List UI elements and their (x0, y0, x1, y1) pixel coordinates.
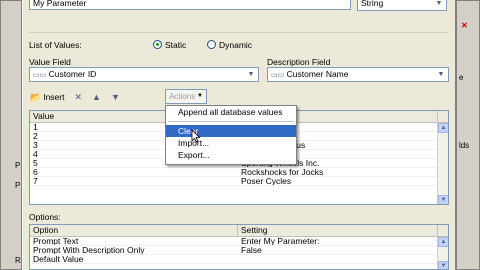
static-radio[interactable] (153, 40, 162, 49)
parameter-name-field[interactable]: My Parameter (29, 0, 351, 10)
value-cell[interactable]: 6 (30, 168, 238, 176)
description-field-select[interactable]: ▭▭ Customer Name ▼ (267, 67, 449, 82)
arrow-up-icon: ▲ (92, 92, 101, 102)
value-field-select[interactable]: ▭▭ Customer ID ▼ (29, 67, 259, 82)
value-field-label: Value Field (29, 57, 71, 67)
menu-item-append-all[interactable]: Append all database values (166, 106, 296, 118)
divider (29, 32, 449, 33)
mouse-cursor-icon (191, 129, 201, 143)
arrow-down-icon: ▼ (110, 92, 120, 102)
option-setting-cell[interactable]: Enter My Parameter: (238, 237, 438, 245)
grid-scrollbar[interactable]: ▲ ▼ (437, 123, 448, 204)
options-body: Prompt Text Enter My Parameter: Prompt Wit… (30, 237, 448, 264)
option-row[interactable]: Prompt With Description Only False (30, 246, 448, 255)
option-setting-cell[interactable] (238, 255, 438, 263)
move-down-button[interactable]: ▼ (108, 89, 123, 105)
chevron-down-icon: ▼ (247, 71, 255, 78)
scroll-up-icon[interactable]: ▲ (438, 237, 448, 247)
option-name-cell: Prompt With Description Only (33, 246, 145, 254)
chevron-down-icon: ▼ (197, 93, 203, 99)
description-field-value: Customer Name (286, 69, 349, 79)
scroll-down-icon[interactable]: ▼ (438, 195, 448, 204)
field-icon: ▭▭ (33, 72, 47, 79)
option-setting-cell[interactable]: False (238, 246, 438, 254)
field-icon: ▭▭ (271, 72, 285, 79)
list-of-values-label: List of Values: (29, 40, 82, 50)
insert-button[interactable]: 📂 Insert (27, 89, 67, 105)
options-scrollbar[interactable]: ▲ ▼ (437, 237, 448, 269)
value-cell[interactable]: 7 (30, 177, 238, 185)
static-radio-label[interactable]: Static (165, 40, 186, 50)
values-toolbar: 📂 Insert ✕ ▲ ▼ (27, 88, 241, 106)
parameter-name-value: My Parameter (33, 0, 87, 8)
background-window-left: P P R (0, 0, 22, 270)
chevron-down-icon: ▼ (437, 71, 445, 78)
background-text: lds (459, 141, 470, 150)
menu-item-clear[interactable]: Clear (166, 125, 296, 137)
description-field-label: Description Field (267, 57, 331, 67)
actions-dropdown-button[interactable]: Actions ▼ (165, 89, 207, 104)
option-name-cell: Default Value (33, 255, 84, 263)
parameter-type-select[interactable]: String ▼ (357, 0, 447, 11)
options-grid: Option Setting Prompt Text Enter My Param… (29, 224, 449, 270)
scroll-up-icon[interactable]: ▲ (438, 123, 448, 133)
background-window-right: ✕ e lds (456, 0, 480, 270)
folder-icon: 📂 (30, 91, 42, 102)
close-icon: ✕ (461, 21, 468, 30)
value-field-value: Customer ID (48, 69, 97, 79)
table-row[interactable]: 7 Poser Cycles (30, 177, 448, 186)
menu-item-import[interactable]: Import... (166, 137, 296, 149)
chevron-down-icon: ▼ (435, 0, 443, 7)
actions-label: Actions (169, 92, 196, 101)
menu-separator (168, 121, 294, 122)
options-header: Option Setting (30, 225, 448, 237)
parameter-type-value: String (361, 0, 384, 8)
actions-menu: Append all database values Clear Import.… (165, 105, 297, 165)
scroll-down-icon[interactable]: ▼ (438, 261, 448, 269)
options-label: Options: (29, 212, 61, 222)
background-text: P (15, 181, 21, 190)
dynamic-radio[interactable] (207, 40, 216, 49)
table-row[interactable]: 6 Rockshocks for Jocks (30, 168, 448, 177)
background-text: e (459, 73, 464, 82)
background-text: P (15, 161, 21, 170)
option-row[interactable]: Default Value (30, 255, 448, 264)
move-up-button[interactable]: ▲ (89, 89, 104, 105)
menu-item-export[interactable]: Export... (166, 149, 296, 161)
dynamic-radio-label[interactable]: Dynamic (219, 40, 252, 50)
insert-label: Insert (43, 92, 65, 102)
delete-button[interactable]: ✕ (71, 89, 85, 105)
description-cell[interactable]: Poser Cycles (238, 177, 438, 185)
description-cell[interactable]: Rockshocks for Jocks (238, 168, 438, 176)
option-row[interactable]: Prompt Text Enter My Parameter: (30, 237, 448, 246)
delete-icon: ✕ (74, 91, 83, 102)
background-text: R (15, 256, 21, 265)
option-name-cell: Prompt Text (33, 237, 79, 245)
column-header-setting[interactable]: Setting (238, 225, 438, 236)
parameter-dialog: My Parameter String ▼ List of Values: St… (22, 0, 456, 270)
column-header-option[interactable]: Option (30, 225, 238, 236)
